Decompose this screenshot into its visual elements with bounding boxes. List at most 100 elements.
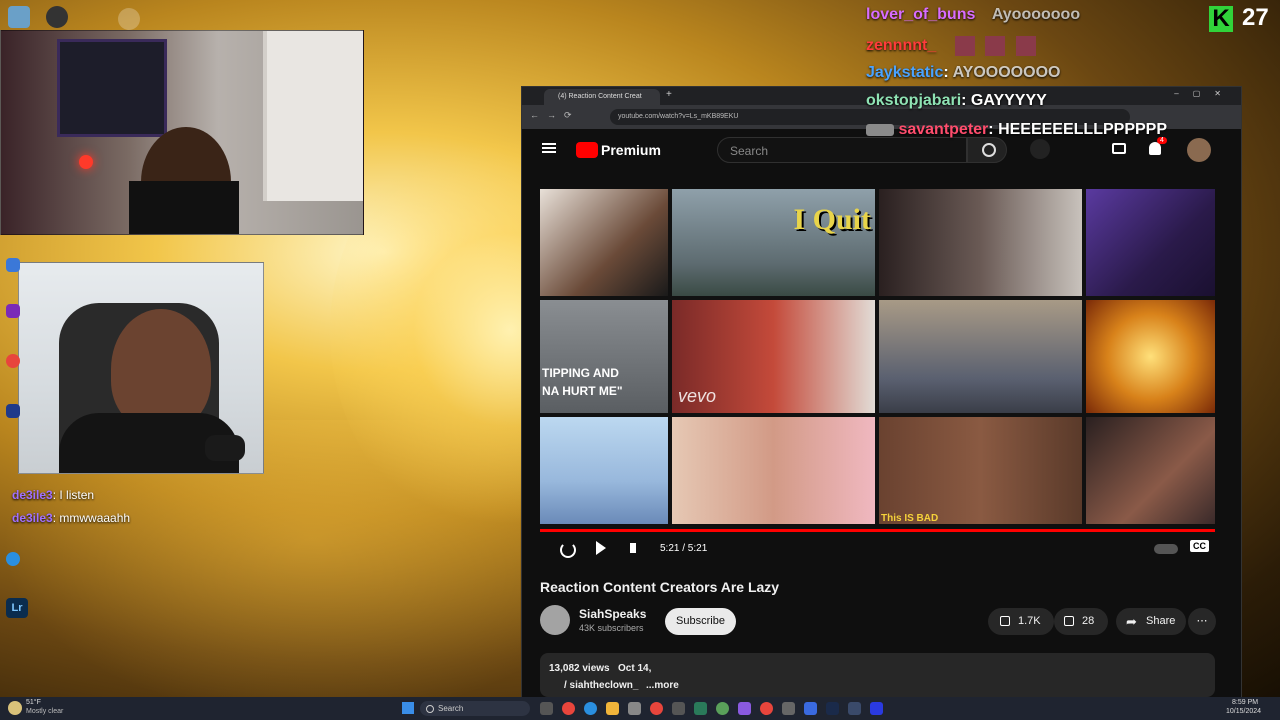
taskbar-app-icon[interactable] — [694, 702, 707, 715]
thumbs-down-icon — [1064, 616, 1074, 626]
browser-tab[interactable]: (4) Reaction Content Creat — [544, 89, 660, 105]
share-button[interactable]: ➦ Share — [1116, 608, 1186, 635]
taskbar-app-icon[interactable] — [870, 702, 883, 715]
chat-message: HEEEEEELLLPPPPPP — [998, 121, 1167, 138]
replay-icon[interactable] — [560, 542, 576, 558]
thumbnail-text: I Quit — [793, 203, 871, 236]
room-door — [263, 31, 363, 201]
chat-line: zennnnt_ — [866, 36, 1036, 56]
chat-line: Jaykstatic: AYOOOOOOO — [866, 64, 1061, 81]
microphone — [205, 435, 245, 461]
share-icon: ➦ — [1126, 614, 1137, 629]
mic-icon[interactable] — [1030, 139, 1050, 159]
recycle-bin-icon[interactable] — [8, 6, 30, 28]
search-input[interactable]: Search — [717, 137, 967, 163]
avatar[interactable] — [1187, 138, 1211, 162]
taskbar-app-icon[interactable] — [804, 702, 817, 715]
desktop-icon[interactable] — [6, 552, 20, 566]
channel-name[interactable]: SiahSpeaks — [579, 607, 646, 621]
webcam-facecam — [18, 262, 264, 474]
taskbar-app-icon[interactable] — [672, 702, 685, 715]
taskbar-app-icon[interactable] — [716, 702, 729, 715]
channel-avatar[interactable] — [540, 605, 570, 635]
taskbar-time[interactable]: 8:59 PM — [1232, 699, 1258, 706]
chrome-icon[interactable] — [6, 354, 20, 368]
side-chat-line: de3ile3: mmwwaaahh — [12, 511, 130, 525]
taskbar-date[interactable]: 10/15/2024 — [1226, 708, 1261, 715]
more-actions-button[interactable]: ⋯ — [1188, 608, 1216, 635]
video-player[interactable]: I Quit TIPPING AND NA HURT ME" vevo This… — [540, 189, 1215, 524]
taskbar: 51°F Mostly clear Search 8:59 PM 10/15/2… — [0, 697, 1280, 720]
thumbnail — [1086, 417, 1215, 524]
taskbar-app-icon[interactable] — [782, 702, 795, 715]
weather-icon[interactable] — [8, 701, 22, 715]
taskbar-app-icon[interactable] — [540, 702, 553, 715]
youtube-logo-text[interactable]: Premium — [601, 142, 661, 158]
cc-button[interactable]: CC — [1190, 540, 1209, 552]
subscriber-count: 43K subscribers — [579, 623, 644, 633]
subscribe-button[interactable]: Subscribe — [665, 608, 736, 635]
thumbnail-text: TIPPING AND — [542, 366, 619, 380]
description-link[interactable]: / siahtheclown_ — [564, 680, 638, 691]
chat-username: savantpeter — [898, 121, 989, 138]
thumbnail-text: vevo — [678, 386, 717, 406]
desktop-icon[interactable] — [6, 258, 20, 272]
thumbnail-text: This IS BAD — [881, 513, 939, 524]
share-label: Share — [1146, 615, 1176, 627]
taskbar-app-icon[interactable] — [606, 702, 619, 715]
lightroom-icon[interactable]: Lr — [6, 598, 28, 618]
description-box[interactable]: 13,082 views Oct 14, / siahtheclown_ ...… — [540, 653, 1215, 697]
upload-date: Oct 14, — [618, 663, 652, 674]
taskbar-app-icon[interactable] — [760, 702, 773, 715]
desktop-icon[interactable] — [6, 304, 20, 318]
thumbnail — [540, 417, 668, 524]
thumbnail — [879, 300, 1082, 413]
badge-icon — [866, 123, 894, 136]
video-title: Reaction Content Creators Are Lazy — [540, 579, 780, 595]
start-icon[interactable] — [402, 702, 414, 714]
chat-username: de3ile3 — [12, 488, 53, 502]
taskbar-app-icon[interactable] — [584, 702, 597, 715]
wall-poster — [57, 39, 167, 137]
menu-icon[interactable] — [542, 143, 556, 153]
search-icon — [426, 705, 434, 713]
taskbar-search-label: Search — [438, 704, 464, 713]
thumbnail-text: NA HURT ME" — [542, 384, 623, 398]
weather-desc[interactable]: Mostly clear — [26, 708, 63, 715]
dislike-count: 28 — [1082, 615, 1095, 627]
create-icon[interactable] — [1112, 143, 1126, 154]
weather-temp[interactable]: 51°F — [26, 699, 41, 706]
side-chat-line: de3ile3: I listen — [12, 488, 94, 502]
taskbar-app-icon[interactable] — [562, 702, 575, 715]
nav-buttons[interactable]: ←→⟳ — [530, 110, 580, 121]
thumbs-up-icon — [1000, 616, 1010, 626]
dislike-button[interactable]: 28 — [1054, 608, 1108, 635]
like-button[interactable]: 1.7K — [988, 608, 1054, 635]
taskbar-app-icon[interactable] — [826, 702, 839, 715]
kick-logo-icon: K — [1209, 6, 1233, 32]
like-count: 1.7K — [1018, 615, 1041, 627]
taskbar-app-icon[interactable] — [848, 702, 861, 715]
new-tab-button[interactable]: + — [666, 89, 672, 100]
taskbar-search[interactable]: Search — [420, 701, 530, 716]
taskbar-app-icon[interactable] — [738, 702, 751, 715]
chat-message: AYOOOOOOO — [952, 64, 1061, 81]
taskbar-app-icon[interactable] — [628, 702, 641, 715]
taskbar-app-icon[interactable] — [650, 702, 663, 715]
thumbnail: This IS BAD — [879, 417, 1082, 524]
volume-icon[interactable] — [630, 543, 636, 553]
more-link[interactable]: ...more — [646, 680, 679, 691]
desktop-icon[interactable] — [6, 404, 20, 418]
emote-icon — [985, 36, 1006, 56]
app-icon-2[interactable] — [118, 8, 140, 30]
webcam-room — [0, 30, 364, 235]
next-icon[interactable] — [596, 541, 606, 555]
thumbnail — [672, 417, 875, 524]
kick-viewer-count: 27 — [1242, 4, 1269, 31]
player-time: 5:21 / 5:21 — [660, 543, 708, 554]
app-icon[interactable] — [46, 6, 68, 28]
chat-username: okstopjabari — [866, 92, 962, 109]
autoplay-toggle[interactable] — [1154, 544, 1178, 554]
youtube-logo-icon[interactable] — [576, 142, 598, 158]
search-button[interactable] — [967, 137, 1007, 163]
